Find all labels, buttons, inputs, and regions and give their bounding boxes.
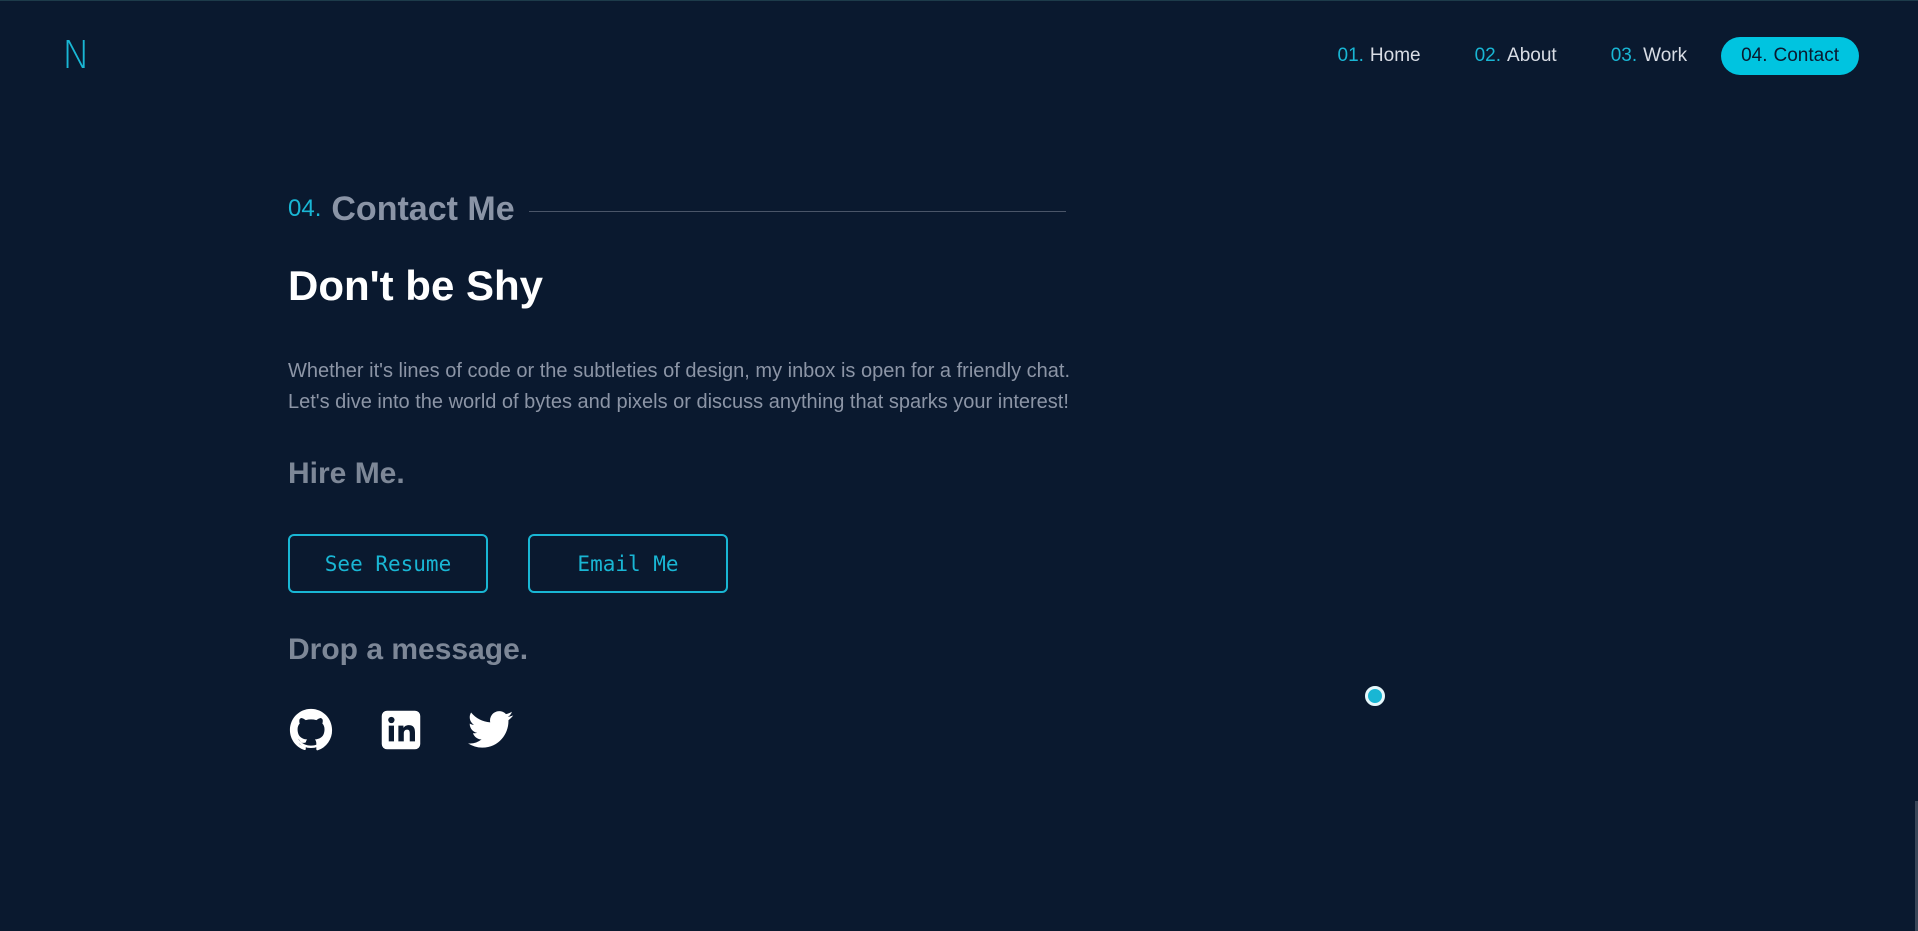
nav-item-number: 03.	[1610, 45, 1638, 66]
cursor-indicator	[1365, 686, 1385, 706]
section-heading: 04. Contact Me	[288, 183, 1188, 235]
intro-line-1: Whether it's lines of code or the subtle…	[288, 360, 1071, 382]
logo[interactable]: N	[62, 35, 90, 75]
see-resume-button[interactable]: See Resume	[288, 534, 488, 593]
linkedin-icon[interactable]	[378, 707, 424, 753]
intro-line-2: Let's dive into the world of bytes and p…	[288, 391, 1069, 413]
intro-paragraph: Whether it's lines of code or the subtle…	[288, 356, 1188, 418]
top-nav: 01. Home 02. About 03. Work 04. Contact	[1304, 35, 1859, 77]
page: N 01. Home 02. About 03. Work 04. Contac…	[0, 0, 1918, 931]
nav-item-work[interactable]: 03. Work	[1591, 35, 1707, 77]
nav-item-label: About	[1507, 45, 1557, 66]
nav-item-about[interactable]: 02. About	[1455, 35, 1577, 77]
hire-heading: Hire Me.	[288, 457, 405, 490]
nav-item-contact[interactable]: 04. Contact	[1721, 37, 1859, 75]
nav-item-number: 01.	[1337, 45, 1364, 66]
nav-item-label: Contact	[1773, 45, 1839, 66]
drop-message-heading: Drop a message.	[288, 633, 529, 666]
nav-item-number: 04.	[1741, 45, 1768, 66]
section-divider	[528, 210, 1066, 212]
nav-item-label: Home	[1369, 45, 1421, 66]
hire-buttons: See Resume Email Me	[288, 534, 1188, 593]
nav-item-label: Work	[1643, 45, 1688, 66]
social-links	[288, 707, 1188, 753]
section-number: 04.	[288, 195, 322, 222]
section-title: Contact Me	[331, 189, 515, 228]
twitter-icon[interactable]	[468, 707, 514, 753]
page-headline: Don't be Shy	[288, 262, 543, 309]
contact-section: 04. Contact Me Don't be Shy Whether it's…	[288, 183, 1188, 753]
email-me-button[interactable]: Email Me	[528, 534, 728, 593]
nav-item-number: 02.	[1474, 45, 1502, 66]
github-icon[interactable]	[288, 707, 334, 753]
nav-item-home[interactable]: 01. Home	[1318, 35, 1441, 77]
